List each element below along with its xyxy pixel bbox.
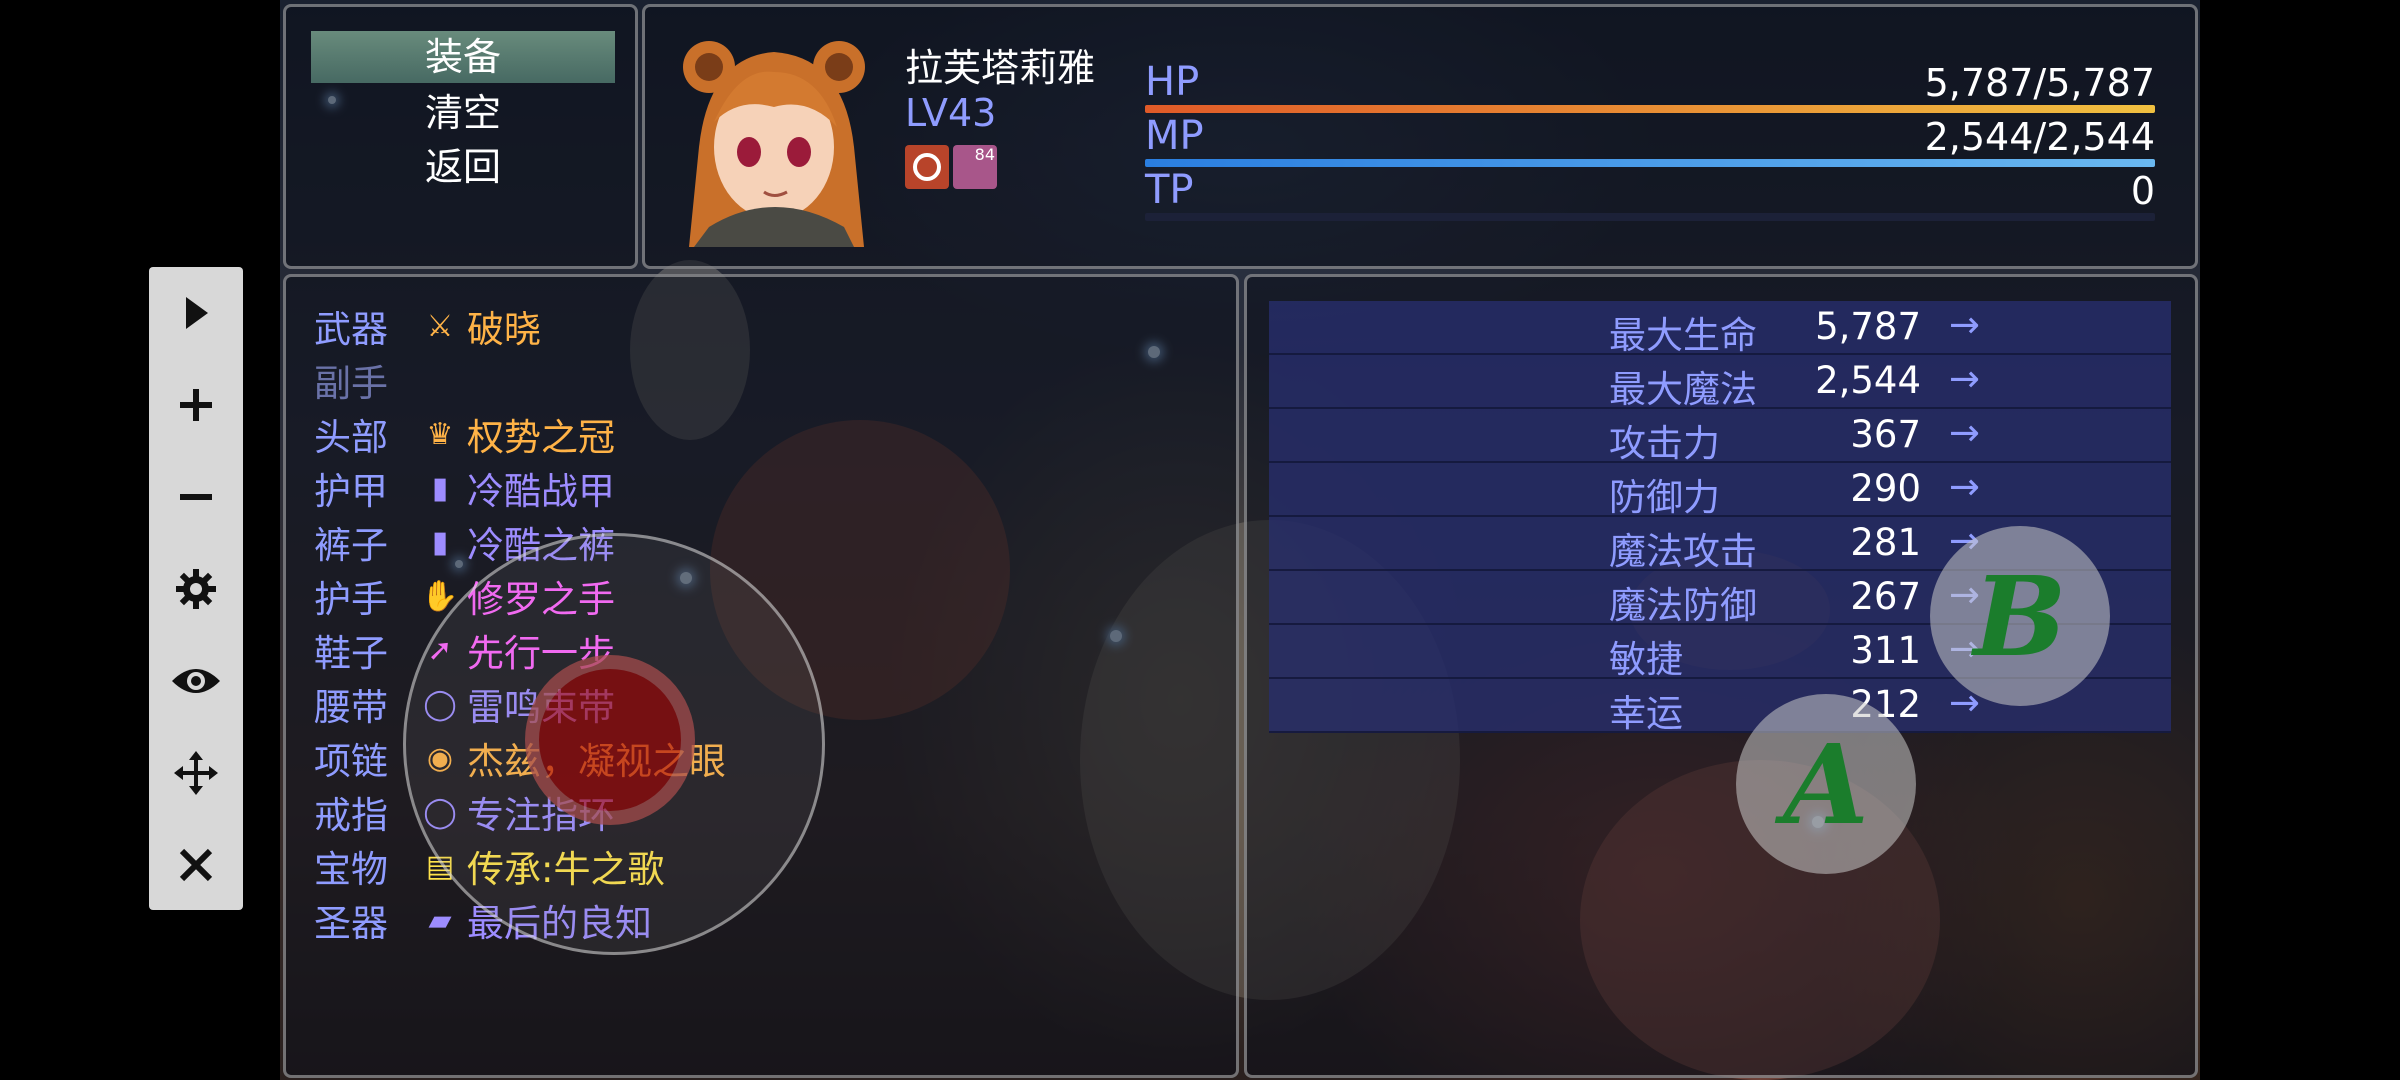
- visibility-button[interactable]: [149, 635, 243, 727]
- hp-label: HP: [1145, 59, 1200, 105]
- state-count-icon: 84: [953, 145, 997, 189]
- command-equip[interactable]: 装备: [311, 31, 615, 83]
- param-value: 267: [1850, 575, 1921, 618]
- command-clear[interactable]: 清空: [311, 87, 615, 139]
- pants-icon: ▮: [431, 524, 449, 560]
- param-name: 防御力: [1609, 476, 1720, 519]
- mp-gauge: MP 2,544/2,544: [1145, 113, 2155, 169]
- crown-icon: ♛: [426, 416, 454, 452]
- equip-slot-label: 头部: [314, 416, 388, 459]
- equip-slot-label: 裤子: [314, 524, 388, 567]
- tp-label: TP: [1145, 167, 1194, 213]
- param-row: 防御力 290 →: [1269, 463, 2171, 519]
- equip-slot-row[interactable]: 副手: [314, 353, 467, 407]
- mp-value: 2,544/2,544: [1924, 115, 2155, 159]
- emulator-toolbar: [149, 267, 243, 910]
- hp-fill: [1145, 105, 2155, 113]
- equip-item-name: 破晓: [467, 308, 541, 351]
- minus-icon: [180, 494, 212, 500]
- equip-item-name: 权势之冠: [467, 416, 615, 459]
- equip-slot-label: 护甲: [314, 470, 388, 513]
- play-icon: [186, 297, 208, 329]
- equip-slot-row[interactable]: 头部 ♛ 权势之冠: [314, 407, 615, 461]
- relic-icon: ▰: [428, 902, 452, 938]
- eye-icon: [172, 669, 220, 693]
- equip-slot-label: 戒指: [314, 794, 388, 837]
- param-row: 攻击力 367 →: [1269, 409, 2171, 465]
- param-row: 最大生命 5,787 →: [1269, 301, 2171, 357]
- param-name: 攻击力: [1609, 422, 1720, 465]
- actor-portrait: [683, 41, 865, 247]
- equip-slot-label: 宝物: [314, 848, 388, 891]
- hp-gauge: HP 5,787/5,787: [1145, 59, 2155, 115]
- param-value: 367: [1850, 413, 1921, 456]
- a-button[interactable]: A: [1736, 694, 1916, 874]
- param-name: 幸运: [1609, 692, 1683, 735]
- param-name: 魔法防御: [1609, 584, 1757, 627]
- buff-icon: [905, 145, 949, 189]
- state-icons: 84: [905, 145, 997, 189]
- param-name: 敏捷: [1609, 638, 1683, 681]
- tp-value: 0: [2130, 169, 2155, 213]
- arrow-right-icon: →: [1949, 303, 1981, 346]
- move-button[interactable]: [149, 727, 243, 819]
- equip-slot-row[interactable]: 护甲 ▮ 冷酷战甲: [314, 461, 615, 515]
- equip-slot-label: 护手: [314, 578, 388, 621]
- command-window: 装备 清空 返回: [283, 4, 638, 269]
- command-back[interactable]: 返回: [311, 141, 615, 193]
- param-name: 最大生命: [1609, 314, 1757, 357]
- equip-slot-label: 圣器: [314, 902, 388, 945]
- param-row: 最大魔法 2,544 →: [1269, 355, 2171, 411]
- param-value: 5,787: [1815, 305, 1921, 348]
- joystick-knob[interactable]: [525, 655, 695, 825]
- param-value: 311: [1850, 629, 1921, 672]
- equip-slot-label: 副手: [314, 362, 388, 405]
- param-value: 290: [1850, 467, 1921, 510]
- arrow-right-icon: →: [1949, 411, 1981, 454]
- param-name: 最大魔法: [1609, 368, 1757, 411]
- tp-gauge: TP 0: [1145, 167, 2155, 223]
- param-name: 魔法攻击: [1609, 530, 1757, 573]
- arrow-right-icon: →: [1949, 465, 1981, 508]
- actor-name: 拉芙塔莉雅: [905, 46, 1096, 90]
- play-button[interactable]: [149, 267, 243, 359]
- gear-icon: [176, 569, 216, 609]
- close-button[interactable]: [149, 819, 243, 911]
- status-window: 拉芙塔莉雅 LV43 84 HP 5,787/5,787 MP 2,544/2,…: [642, 4, 2198, 269]
- close-icon: [179, 848, 213, 882]
- dagger-icon: ⚔: [426, 308, 454, 344]
- mp-fill: [1145, 159, 2155, 167]
- arrow-right-icon: →: [1949, 357, 1981, 400]
- equip-slot-row[interactable]: 武器 ⚔ 破晓: [314, 299, 541, 353]
- plus-icon: [180, 389, 212, 421]
- armor-icon: ▮: [431, 470, 449, 506]
- actor-level: LV43: [905, 91, 997, 135]
- mp-label: MP: [1145, 113, 1204, 159]
- b-button[interactable]: B: [1930, 526, 2110, 706]
- hp-value: 5,787/5,787: [1924, 61, 2155, 105]
- equip-slot-label: 武器: [314, 308, 388, 351]
- equip-item-name: 冷酷战甲: [467, 470, 615, 513]
- settings-button[interactable]: [149, 543, 243, 635]
- move-icon: [174, 751, 218, 795]
- equip-slot-label: 鞋子: [314, 632, 388, 675]
- param-value: 281: [1850, 521, 1921, 564]
- param-value: 2,544: [1815, 359, 1921, 402]
- zoom-in-button[interactable]: [149, 359, 243, 451]
- zoom-out-button[interactable]: [149, 451, 243, 543]
- empty-slot-icon: [419, 359, 461, 401]
